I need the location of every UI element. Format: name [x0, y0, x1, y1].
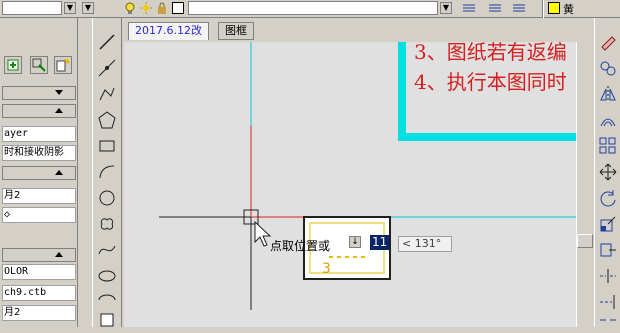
polyline-icon[interactable] [97, 84, 117, 104]
drawing-canvas[interactable]: 3 3、图纸若有返编 4、执行本图同时 点取位置或 ↓ 11 < 131° [124, 40, 576, 327]
drawing-note-line-4: 4、执行本图同时 [414, 70, 567, 94]
ellipse-arc-icon[interactable] [97, 290, 117, 310]
erase-icon[interactable] [598, 32, 618, 52]
toolbar-separator [542, 0, 544, 18]
layer-combo[interactable] [188, 1, 438, 15]
layer-prop-icon[interactable] [462, 2, 476, 14]
offset-icon[interactable] [598, 110, 618, 130]
sun-icon[interactable] [140, 2, 152, 14]
polygon-icon[interactable] [97, 110, 117, 130]
svg-text:3: 3 [322, 261, 331, 277]
vertical-scrollbar[interactable] [576, 42, 594, 327]
layer-row[interactable]: ayer [2, 126, 76, 142]
properties-panel: ayer 时和接收阴影 月2 ◇ OLOR ch9.ctb 月2 [0, 18, 78, 327]
diamond-row[interactable]: ◇ [2, 207, 76, 223]
top-left-dropdown-2[interactable]: ▼ [82, 2, 94, 14]
general-section-subheader[interactable] [2, 104, 76, 118]
revcloud-icon[interactable] [97, 214, 117, 234]
rectangle-icon[interactable] [97, 136, 117, 156]
shadow-row[interactable]: 时和接收阴影 [2, 145, 76, 161]
circle-icon[interactable] [97, 188, 117, 208]
line-icon[interactable] [97, 32, 117, 52]
layer-color-swatch[interactable] [172, 2, 184, 14]
move-icon[interactable] [598, 162, 618, 182]
ellipse-icon[interactable] [97, 266, 117, 286]
top-toolbar: ▼ ▼ ▼ 黄 [0, 0, 620, 18]
arc-icon[interactable] [97, 162, 117, 182]
drawing-note-line-3: 3、图纸若有返编 [414, 40, 567, 64]
material-row[interactable]: 月2 [2, 188, 76, 204]
coordinate-input[interactable]: 11 [370, 235, 390, 250]
extend-icon[interactable] [598, 292, 618, 312]
top-left-dropdown[interactable]: ▼ [64, 2, 76, 14]
color-swatch-yellow[interactable] [548, 2, 560, 14]
general-section-header[interactable] [2, 86, 76, 100]
layer-dropdown[interactable]: ▼ [440, 2, 452, 14]
pickadd-button[interactable] [54, 56, 72, 74]
angle-input[interactable]: < 131° [398, 236, 452, 252]
top-left-combo[interactable] [2, 1, 62, 15]
quick-select-button[interactable] [30, 56, 48, 74]
command-prompt-tooltip: 点取位置或 [270, 239, 331, 253]
tab-2017-6-12[interactable]: 2017.6.12改 [128, 22, 209, 40]
plot-material-row[interactable]: 月2 [2, 305, 76, 321]
copy-icon[interactable] [598, 58, 618, 78]
layer-prev-icon[interactable] [488, 2, 502, 14]
plot-style-table-row[interactable]: ch9.ctb [2, 285, 76, 301]
array-icon[interactable] [598, 136, 618, 156]
plot-color-row[interactable]: OLOR [2, 264, 76, 280]
stretch-icon[interactable] [598, 240, 618, 260]
tab-frame[interactable]: 图框 [218, 22, 254, 40]
spline-icon[interactable] [97, 240, 117, 260]
plot-section-header[interactable] [2, 248, 76, 262]
trim-icon[interactable] [598, 266, 618, 286]
bulb-icon[interactable] [124, 2, 136, 14]
layer-state-icon[interactable] [512, 2, 526, 14]
scale-icon[interactable] [598, 214, 618, 234]
xline-icon[interactable] [97, 58, 117, 78]
break-icon[interactable] [598, 312, 618, 332]
scrollbar-thumb[interactable] [577, 234, 593, 248]
insert-block-icon[interactable] [97, 310, 117, 330]
dynamic-input-options-icon[interactable]: ↓ [349, 236, 361, 248]
select-objects-button[interactable] [4, 56, 22, 74]
rotate-icon[interactable] [598, 188, 618, 208]
color-combo-label[interactable]: 黄 [563, 1, 574, 17]
mirror-icon[interactable] [598, 84, 618, 104]
3d-section-header[interactable] [2, 166, 76, 180]
lock-icon[interactable] [156, 2, 168, 14]
